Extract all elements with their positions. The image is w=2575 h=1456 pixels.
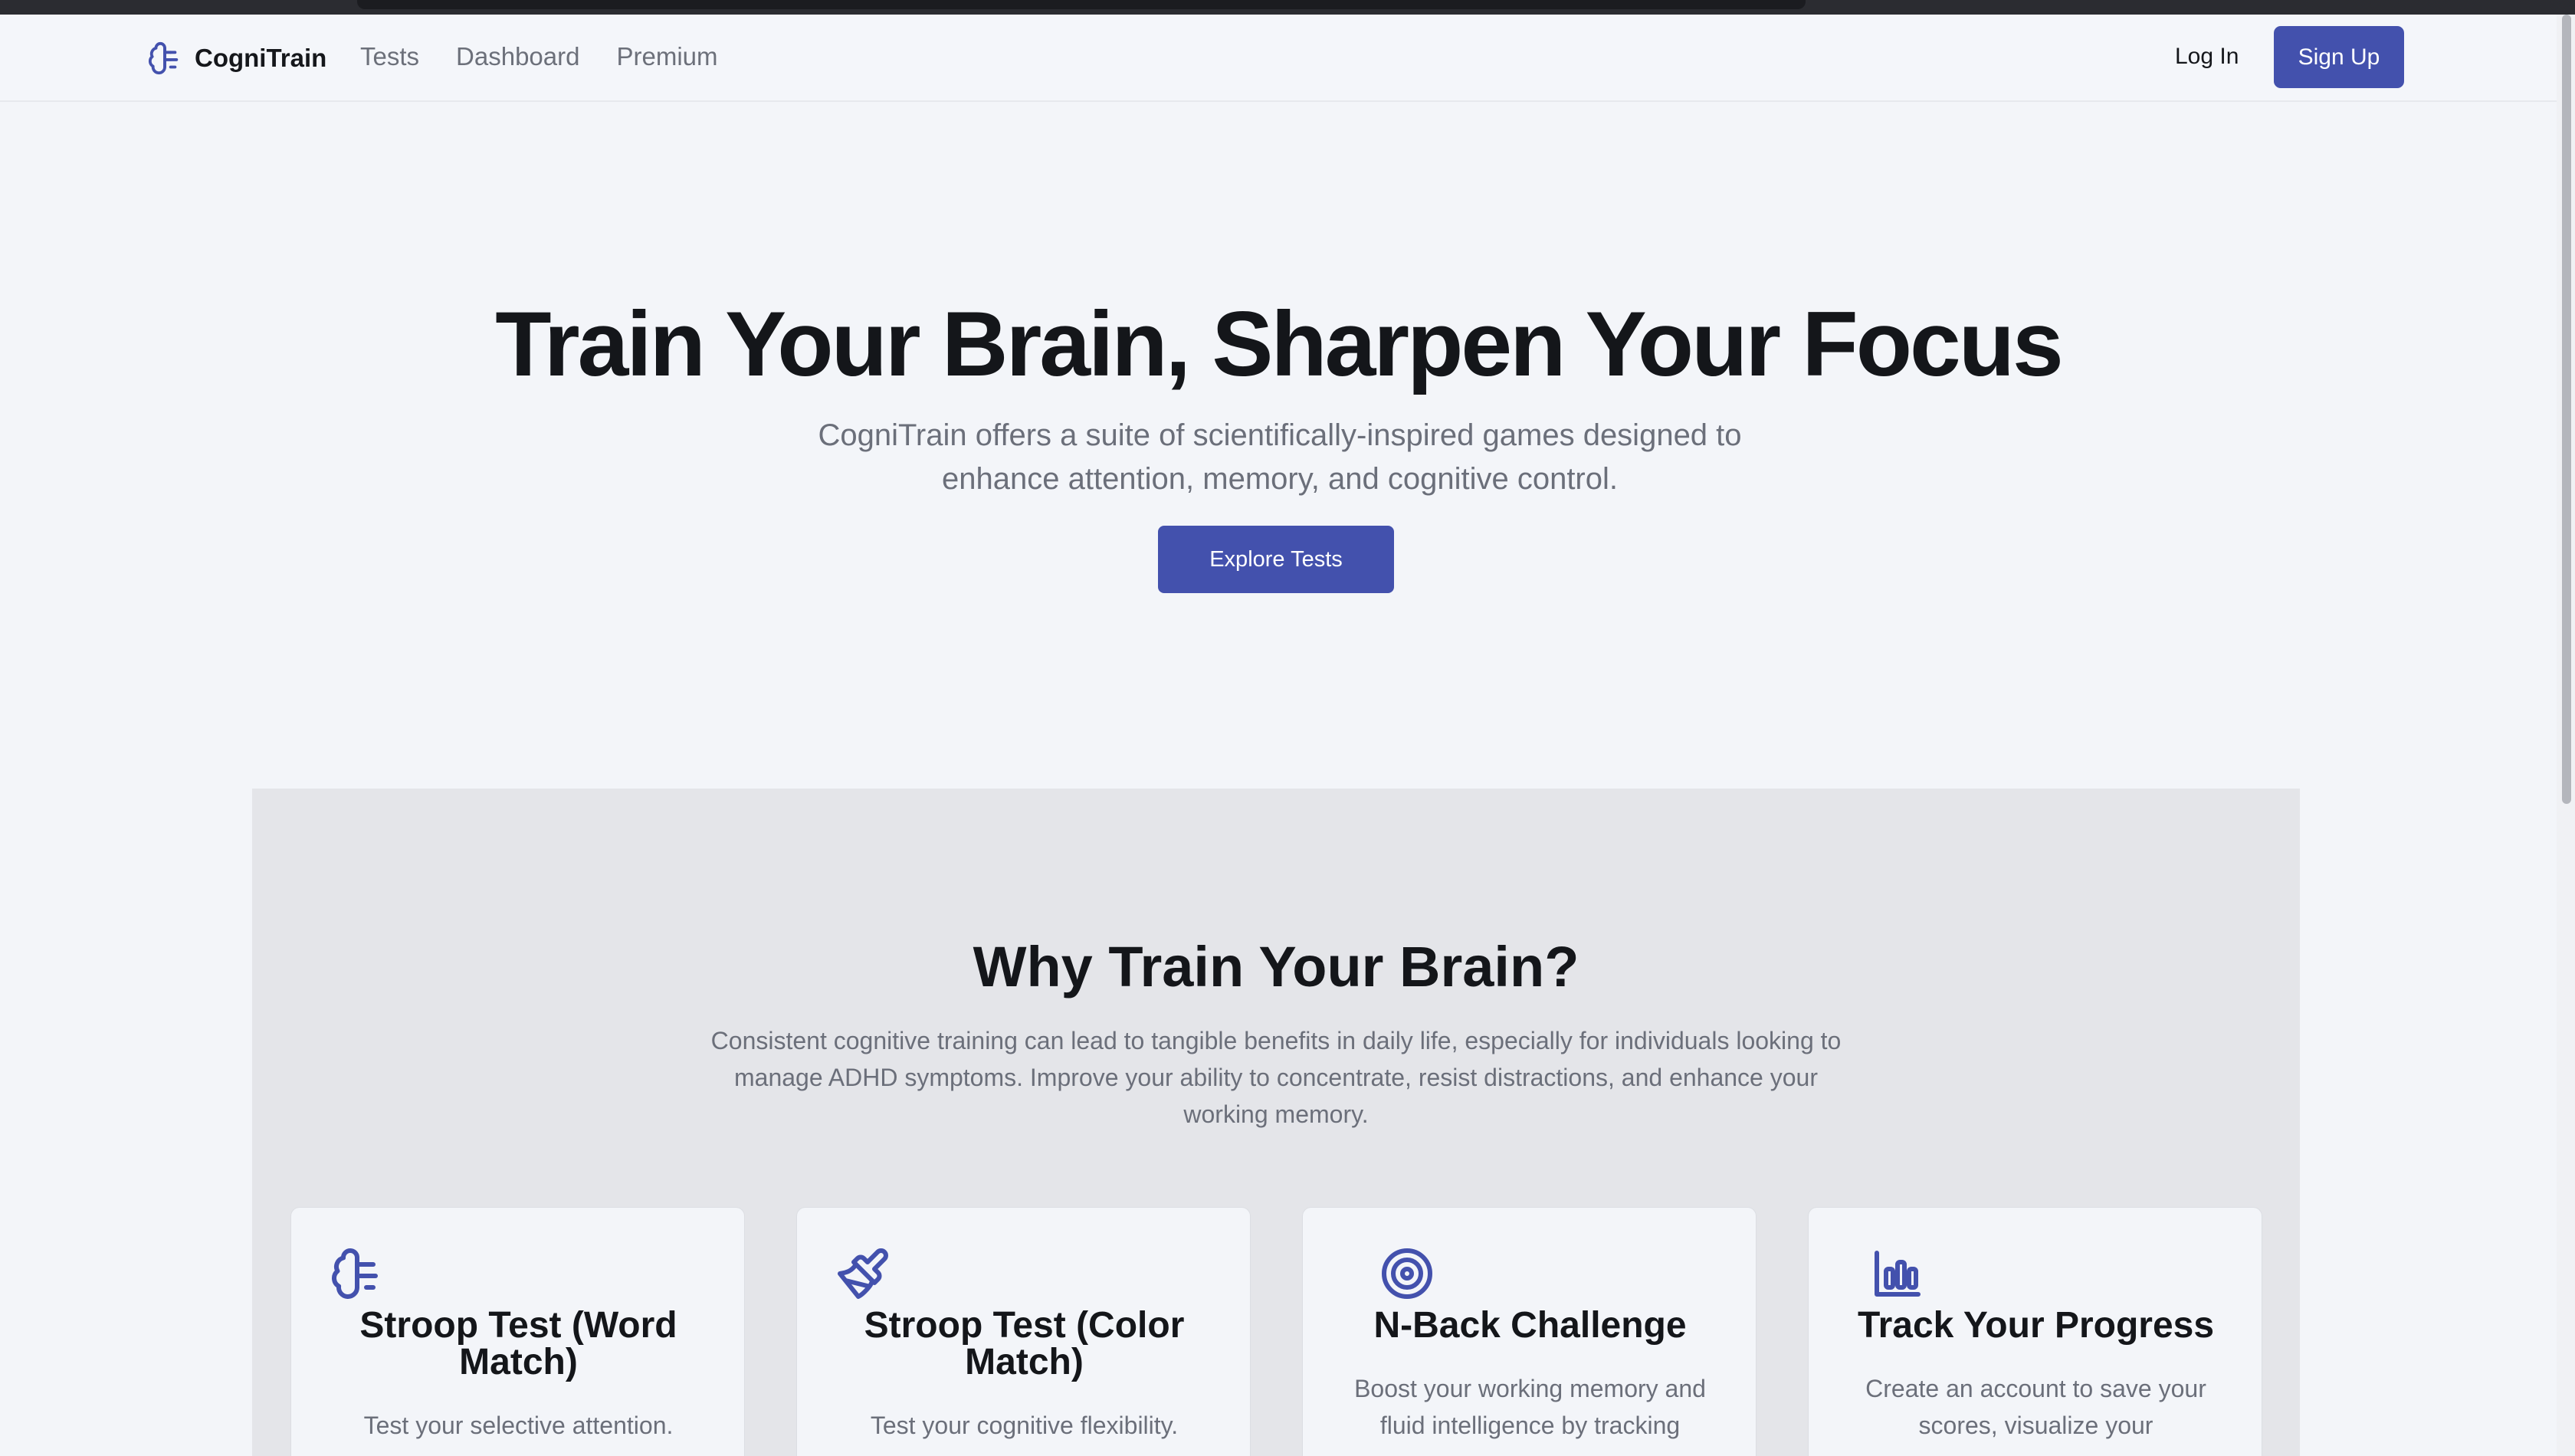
main-nav: Tests Dashboard Premium: [360, 42, 718, 71]
nav-link-premium[interactable]: Premium: [616, 42, 717, 71]
card-title: Stroop Test (Word Match): [359, 1305, 677, 1382]
card-title: Stroop Test (Color Match): [864, 1305, 1185, 1382]
navbar: CogniTrain Tests Dashboard Premium Log I…: [0, 15, 2557, 102]
feature-card-n-back[interactable]: N-Back Challenge Boost your working memo…: [1302, 1207, 1757, 1456]
nav-link-dashboard[interactable]: Dashboard: [456, 42, 579, 71]
card-description: Boost your working memory and fluid inte…: [1354, 1375, 1706, 1439]
browser-top-strip: [0, 0, 2575, 15]
brain-icon: [332, 1248, 378, 1299]
feature-card-track-progress[interactable]: Track Your Progress Create an account to…: [1808, 1207, 2262, 1456]
why-description: Consistent cognitive training can lead t…: [710, 1027, 1842, 1128]
card-title: N-Back Challenge: [1373, 1305, 1687, 1346]
browser-tab-bar: [357, 0, 1806, 9]
scrollbar-thumb[interactable]: [2562, 15, 2571, 804]
why-section: Why Train Your Brain? Consistent cogniti…: [252, 789, 2300, 1456]
card-title: Track Your Progress: [1857, 1305, 2215, 1346]
nav-link-tests[interactable]: Tests: [360, 42, 419, 71]
hero-subtitle: CogniTrain offers a suite of scientifica…: [818, 418, 1742, 496]
card-description: Create an account to save your scores, v…: [1865, 1375, 2206, 1439]
explore-tests-button[interactable]: Explore Tests: [1158, 526, 1394, 593]
brand-name: CogniTrain: [195, 44, 327, 72]
feature-card-stroop-word[interactable]: Stroop Test (Word Match) Test your selec…: [290, 1207, 745, 1456]
page-scrollbar[interactable]: [2557, 15, 2575, 1456]
login-link[interactable]: Log In: [2175, 44, 2239, 70]
card-description: Test your selective attention.: [363, 1412, 674, 1439]
brand-logo[interactable]: CogniTrain: [147, 39, 326, 77]
bar-chart-icon: [1875, 1251, 1921, 1297]
hero-title: Train Your Brain, Sharpen Your Focus: [495, 293, 2064, 395]
signup-button[interactable]: Sign Up: [2274, 26, 2404, 88]
card-description: Test your cognitive flexibility.: [870, 1412, 1179, 1439]
feature-card-stroop-color[interactable]: Stroop Test (Color Match) Test your cogn…: [796, 1207, 1251, 1456]
brain-icon: [148, 41, 179, 75]
target-icon: [1382, 1248, 1432, 1299]
why-title: Why Train Your Brain?: [973, 935, 1579, 999]
paintbrush-icon: [838, 1248, 888, 1299]
